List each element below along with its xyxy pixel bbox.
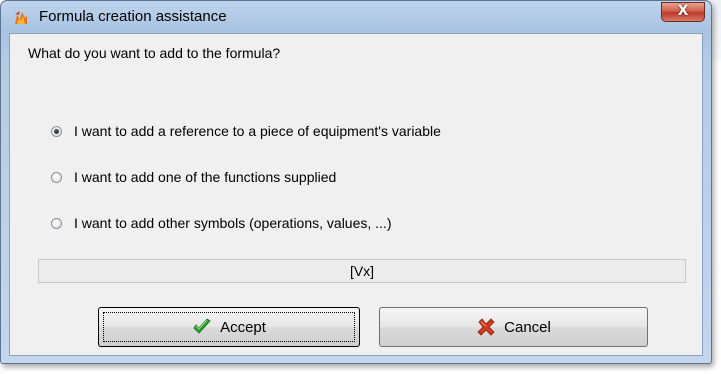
- option-label: I want to add other symbols (operations,…: [74, 215, 392, 231]
- window-title: Formula creation assistance: [39, 8, 227, 25]
- formula-dialog-window: Formula creation assistance X What do yo…: [0, 0, 712, 364]
- option-label: I want to add one of the functions suppl…: [74, 169, 337, 185]
- cancel-label: Cancel: [504, 318, 551, 336]
- cancel-button[interactable]: Cancel: [379, 307, 648, 347]
- accept-label: Accept: [220, 318, 266, 336]
- radio-button-checked[interactable]: [51, 125, 62, 137]
- close-icon: X: [677, 3, 689, 19]
- option-equipment-variable[interactable]: I want to add a reference to a piece of …: [51, 122, 441, 140]
- option-other-symbols[interactable]: I want to add other symbols (operations,…: [51, 214, 392, 232]
- radio-button[interactable]: [51, 217, 62, 229]
- formula-preview: [Vx]: [38, 259, 686, 283]
- app-flame-icon: [15, 11, 27, 24]
- close-button[interactable]: X: [661, 2, 705, 22]
- title-bar[interactable]: Formula creation assistance X: [1, 1, 711, 33]
- radio-button[interactable]: [51, 171, 62, 183]
- red-x-icon: [477, 318, 495, 336]
- option-functions[interactable]: I want to add one of the functions suppl…: [51, 168, 336, 186]
- accept-button[interactable]: Accept: [98, 307, 360, 347]
- option-label: I want to add a reference to a piece of …: [74, 123, 441, 139]
- green-checkmark-icon: [193, 318, 211, 334]
- question-label: What do you want to add to the formula?: [28, 45, 281, 61]
